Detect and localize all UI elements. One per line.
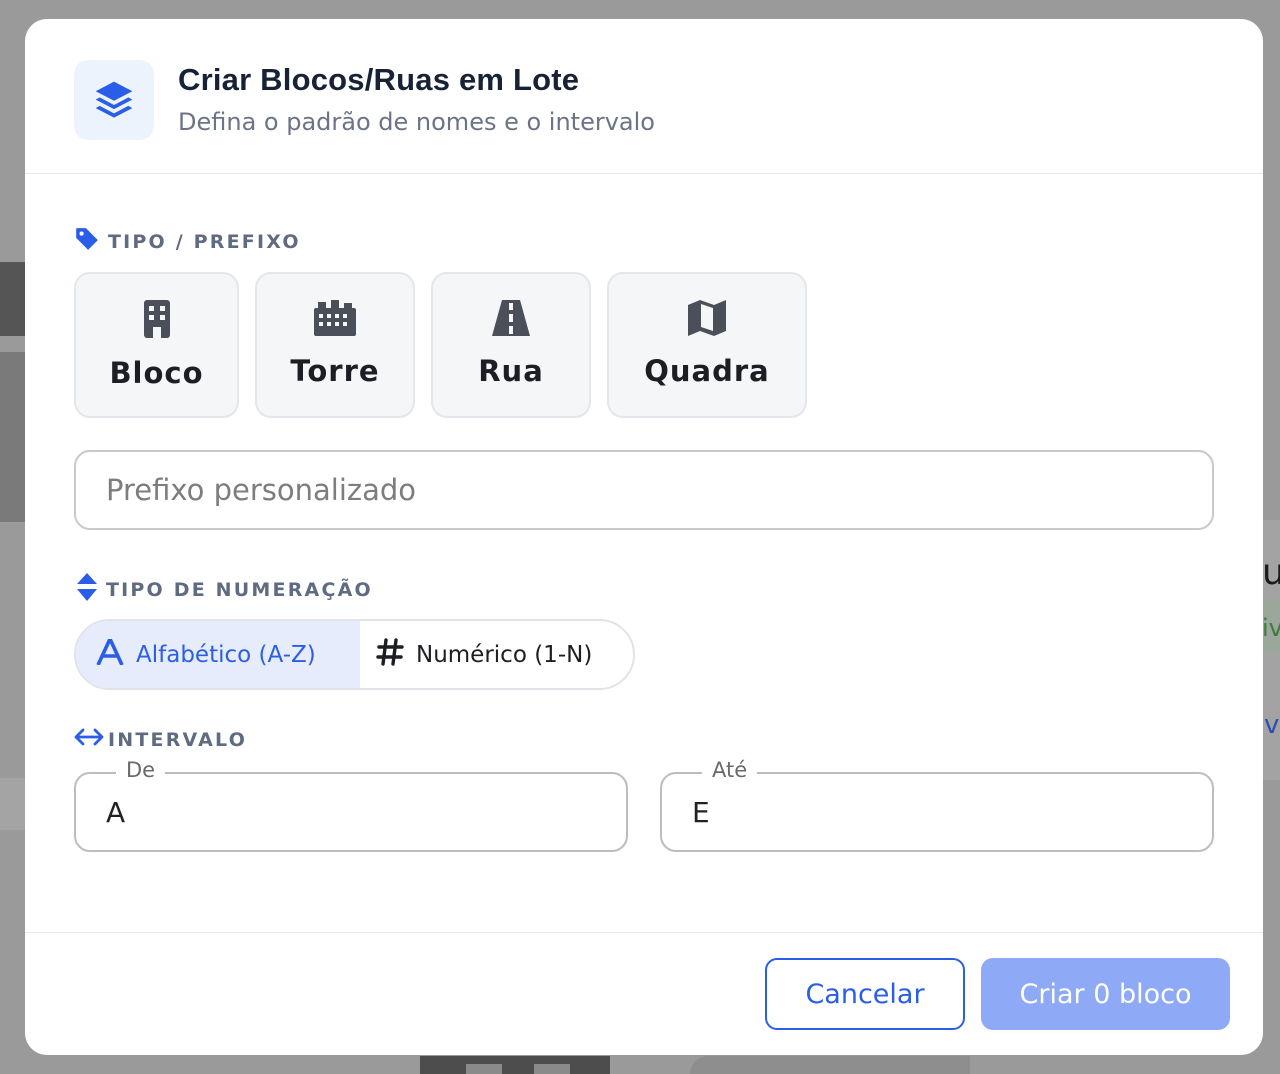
batch-create-dialog: Criar Blocos/Ruas em Lote Defina o padrã… — [25, 19, 1263, 1055]
building-icon — [142, 300, 172, 342]
prefix-section-label: TIPO / PREFIXO — [74, 226, 301, 257]
city-icon — [314, 300, 356, 340]
dialog-title: Criar Blocos/Ruas em Lote — [178, 62, 580, 97]
interval-from-value: A — [106, 796, 126, 829]
dialog-subtitle: Defina o padrão de nomes e o intervalo — [178, 108, 655, 136]
backdrop-text: iv — [1262, 614, 1280, 642]
numbering-section-text: TIPO DE NUMERAÇÃO — [106, 578, 373, 601]
backdrop-text: u — [1262, 552, 1280, 593]
interval-from-label: De — [116, 758, 166, 782]
backdrop-fragment — [534, 1064, 570, 1074]
interval-section-text: INTERVALO — [108, 728, 248, 751]
backdrop-fragment — [690, 1056, 970, 1074]
type-option-label: Torre — [290, 354, 380, 388]
type-option-label: Bloco — [109, 356, 204, 390]
backdrop-fragment — [0, 262, 26, 336]
prefix-section-text: TIPO / PREFIXO — [108, 230, 301, 253]
type-option-quadra[interactable]: Quadra — [607, 272, 807, 418]
dialog-header: Criar Blocos/Ruas em Lote Defina o padrã… — [25, 19, 1263, 174]
custom-prefix-input[interactable] — [74, 450, 1214, 530]
interval-section-label: INTERVALO — [74, 727, 247, 752]
interval-to-value: E — [692, 796, 710, 829]
interval-from-field[interactable]: De A — [74, 758, 628, 852]
type-option-label: Rua — [478, 354, 544, 388]
backdrop-fragment — [0, 778, 26, 830]
arrows-horizontal-icon — [74, 727, 104, 752]
letter-a-icon — [96, 636, 124, 671]
numbering-option-label: Numérico (1-N) — [416, 641, 593, 668]
type-option-rua[interactable]: Rua — [431, 272, 591, 418]
type-option-torre[interactable]: Torre — [255, 272, 415, 418]
road-icon — [492, 300, 530, 340]
backdrop-fragment — [420, 1056, 610, 1074]
map-icon — [688, 300, 726, 340]
type-option-bloco[interactable]: Bloco — [74, 272, 239, 418]
footer-divider — [25, 932, 1263, 933]
numbering-section-label: TIPO DE NUMERAÇÃO — [76, 573, 373, 606]
numbering-option-numeric[interactable]: Numérico (1-N) — [360, 621, 633, 688]
backdrop-fragment — [0, 352, 26, 522]
cancel-button[interactable]: Cancelar — [765, 958, 965, 1030]
backdrop-fragment — [466, 1064, 502, 1074]
numbering-option-label: Alfabético (A-Z) — [136, 641, 316, 668]
sort-icon — [76, 573, 98, 606]
numbering-toggle: Alfabético (A-Z) Numérico (1-N) — [74, 619, 635, 690]
layers-icon — [74, 60, 154, 140]
hashtag-icon — [376, 637, 404, 672]
backdrop-text: v — [1264, 710, 1280, 740]
numbering-option-alphabetic[interactable]: Alfabético (A-Z) — [76, 621, 360, 688]
tag-icon — [74, 226, 100, 257]
interval-to-field[interactable]: Até E — [660, 758, 1214, 852]
type-option-label: Quadra — [644, 354, 770, 388]
interval-to-label: Até — [702, 758, 758, 782]
create-button[interactable]: Criar 0 bloco — [981, 958, 1230, 1030]
